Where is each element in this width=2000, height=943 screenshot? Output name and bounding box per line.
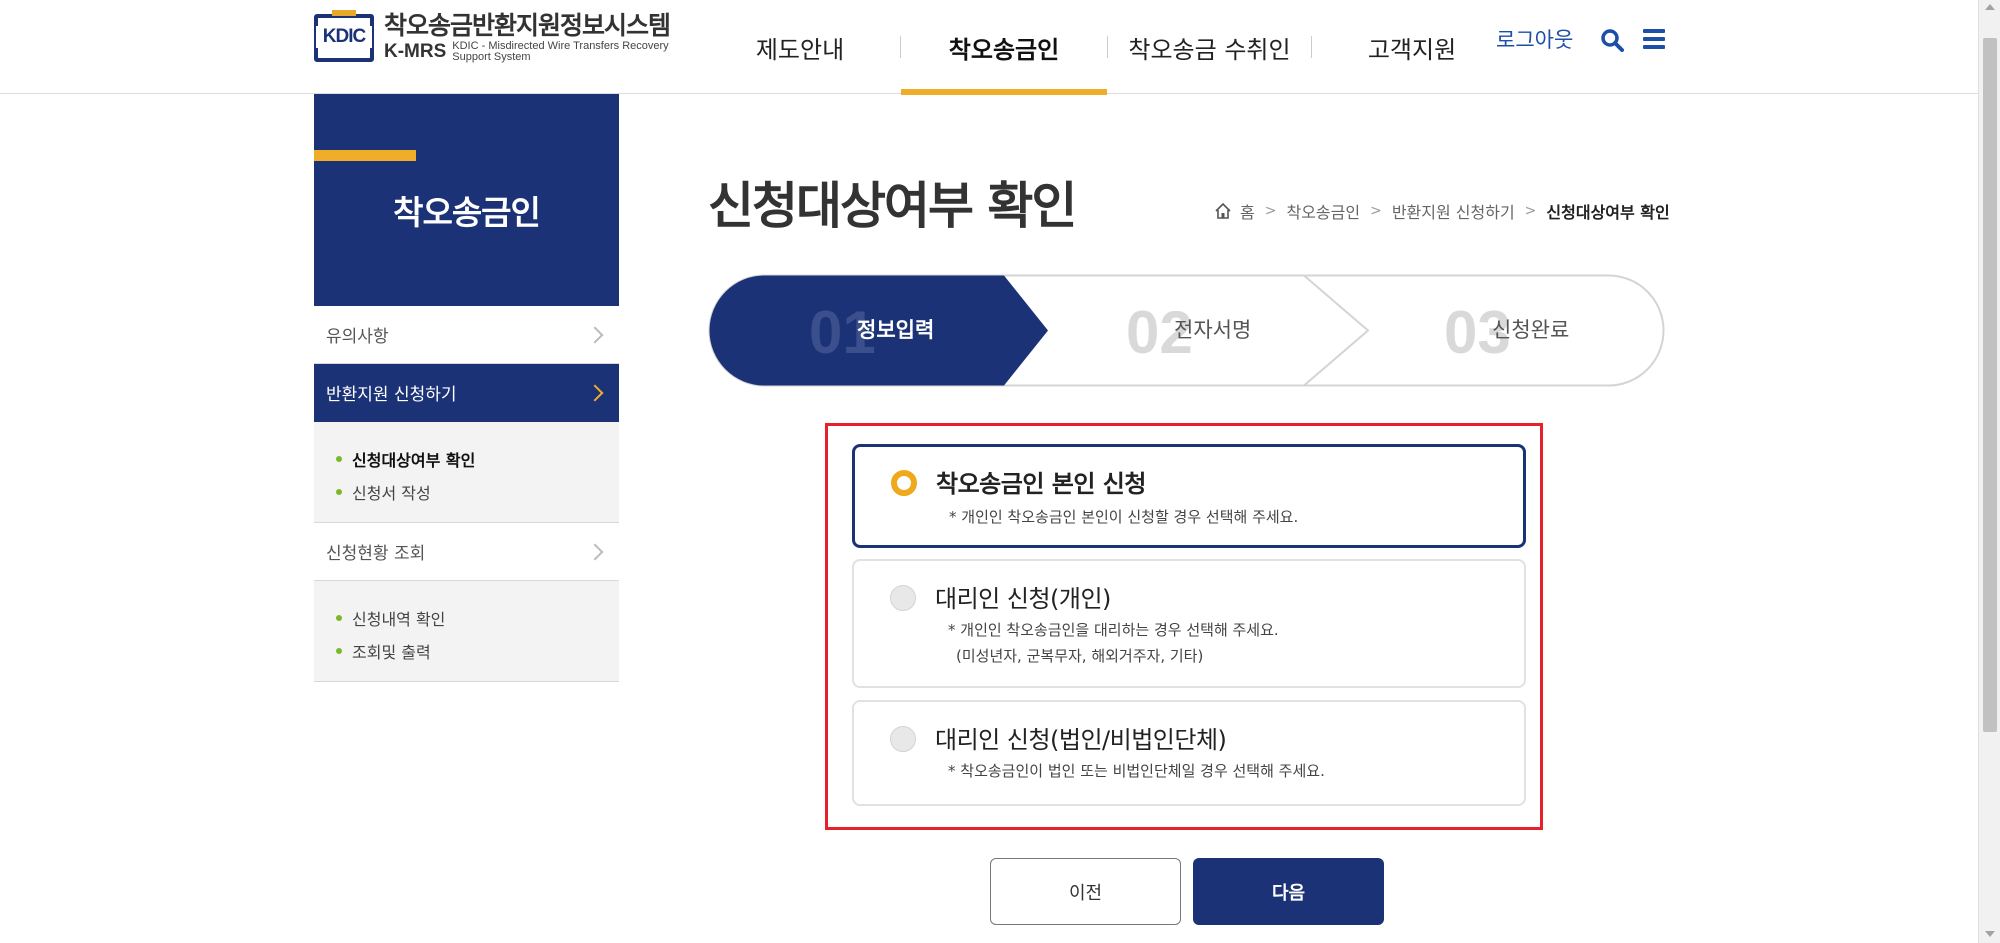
nav-item-system-info[interactable]: 제도안내 — [700, 0, 900, 94]
chevron-right-icon — [586, 543, 604, 560]
chevron-right-icon — [586, 326, 604, 343]
sidebar-subitem-print[interactable]: 조회및 출력 — [336, 634, 619, 667]
step-label: 정보입력 — [857, 318, 935, 342]
nav-item-recipient[interactable]: 착오송금 수취인 — [1108, 0, 1311, 94]
sidebar-accent-bar — [314, 150, 416, 161]
prev-button[interactable]: 이전 — [990, 858, 1181, 925]
main-nav: 제도안내 착오송금인 착오송금 수취인 고객지원 — [700, 0, 1512, 95]
option-description: * 개인인 착오송금인 본인이 신청할 경우 선택해 주세요. — [949, 508, 1299, 526]
sidebar-title: 착오송금인 — [393, 193, 541, 232]
breadcrumb: 홈 > 착오송금인 > 반환지원 신청하기 > 신청대상여부 확인 — [1214, 199, 1670, 223]
option-agent-individual[interactable]: 대리인 신청(개인) * 개인인 착오송금인을 대리하는 경우 선택해 주세요.… — [852, 559, 1526, 688]
sidebar-submenu-apply: 신청대상여부 확인 신청서 작성 — [314, 422, 619, 523]
option-title: 대리인 신청(개인) — [935, 585, 1111, 613]
sidebar-subitem-history[interactable]: 신청내역 확인 — [336, 601, 619, 634]
radio-unselected-icon[interactable] — [890, 726, 916, 752]
option-description-note: (미성년자, 군복무자, 해외거주자, 기타) — [956, 647, 1204, 665]
breadcrumb-item[interactable]: 반환지원 신청하기 — [1392, 199, 1515, 223]
step-label: 전자서명 — [1174, 318, 1252, 342]
nav-item-support[interactable]: 고객지원 — [1312, 0, 1512, 94]
breadcrumb-home[interactable]: 홈 — [1240, 199, 1255, 223]
sidebar-item-label: 신청현황 조회 — [326, 544, 426, 564]
option-title: 착오송금인 본인 신청 — [936, 470, 1146, 498]
sidebar-item-apply[interactable]: 반환지원 신청하기 — [314, 364, 619, 422]
logo-english-name: KDIC - Misdirected Wire Transfers Recove… — [452, 40, 669, 63]
option-description: * 개인인 착오송금인을 대리하는 경우 선택해 주세요. — [948, 621, 1279, 639]
sidebar-subitem-eligibility-check[interactable]: 신청대상여부 확인 — [336, 442, 619, 475]
radio-unselected-icon[interactable] — [890, 585, 916, 611]
scroll-up-arrow-icon[interactable] — [1985, 4, 1995, 10]
scroll-down-arrow-icon[interactable] — [1985, 931, 1995, 937]
step-indicator: 01 정보입력 02 전자서명 03 신청완료 — [708, 274, 1665, 387]
search-icon[interactable] — [1600, 28, 1624, 52]
breadcrumb-separator: > — [1264, 203, 1277, 219]
sidebar-item-label: 유의사항 — [326, 327, 389, 347]
scrollbar-thumb[interactable] — [1983, 38, 1997, 732]
option-description: * 착오송금인이 법인 또는 비법인단체일 경우 선택해 주세요. — [948, 762, 1325, 780]
option-agent-corporate[interactable]: 대리인 신청(법인/비법인단체) * 착오송금인이 법인 또는 비법인단체일 경… — [852, 700, 1526, 806]
sidebar-item-notice[interactable]: 유의사항 — [314, 306, 619, 364]
logo-abbr: K-MRS — [384, 41, 447, 62]
radio-selected-icon[interactable] — [891, 470, 917, 496]
breadcrumb-item[interactable]: 착오송금인 — [1286, 199, 1360, 223]
bullet-icon — [336, 455, 342, 462]
menu-icon[interactable] — [1642, 27, 1666, 51]
sidebar: 착오송금인 유의사항 반환지원 신청하기 신청대상여부 확인 신청서 작성 신청… — [314, 94, 619, 682]
bullet-icon — [336, 647, 342, 654]
site-logo[interactable]: KDIC 착오송금반환지원정보시스템 K-MRS KDIC - Misdirec… — [314, 10, 692, 63]
logo-title: 착오송금반환지원정보시스템 — [384, 11, 671, 40]
nav-item-sender[interactable]: 착오송금인 — [901, 0, 1107, 95]
logout-link[interactable]: 로그아웃 — [1496, 24, 1573, 54]
page-title: 신청대상여부 확인 — [708, 177, 1077, 235]
bullet-icon — [336, 614, 342, 621]
bullet-icon — [336, 488, 342, 495]
breadcrumb-separator: > — [1524, 203, 1537, 219]
kdic-logo-icon: KDIC — [314, 10, 374, 62]
vertical-scrollbar[interactable] — [1978, 0, 2000, 943]
breadcrumb-current: 신청대상여부 확인 — [1546, 203, 1670, 222]
next-button[interactable]: 다음 — [1193, 858, 1384, 925]
step-label: 신청완료 — [1492, 318, 1570, 342]
chevron-right-icon — [586, 384, 604, 401]
site-header: KDIC 착오송금반환지원정보시스템 K-MRS KDIC - Misdirec… — [0, 0, 1978, 95]
applicant-type-options: 착오송금인 본인 신청 * 개인인 착오송금인 본인이 신청할 경우 선택해 주… — [825, 423, 1543, 830]
sidebar-item-status[interactable]: 신청현황 조회 — [314, 523, 619, 581]
option-title: 대리인 신청(법인/비법인단체) — [935, 726, 1227, 754]
sidebar-subitem-application-form[interactable]: 신청서 작성 — [336, 475, 619, 508]
home-icon[interactable] — [1214, 202, 1232, 220]
option-self-apply[interactable]: 착오송금인 본인 신청 * 개인인 착오송금인 본인이 신청할 경우 선택해 주… — [852, 444, 1526, 548]
sidebar-item-label: 반환지원 신청하기 — [326, 385, 457, 405]
sidebar-submenu-status: 신청내역 확인 조회및 출력 — [314, 581, 619, 682]
sidebar-header: 착오송금인 — [314, 94, 619, 306]
breadcrumb-separator: > — [1370, 203, 1382, 219]
